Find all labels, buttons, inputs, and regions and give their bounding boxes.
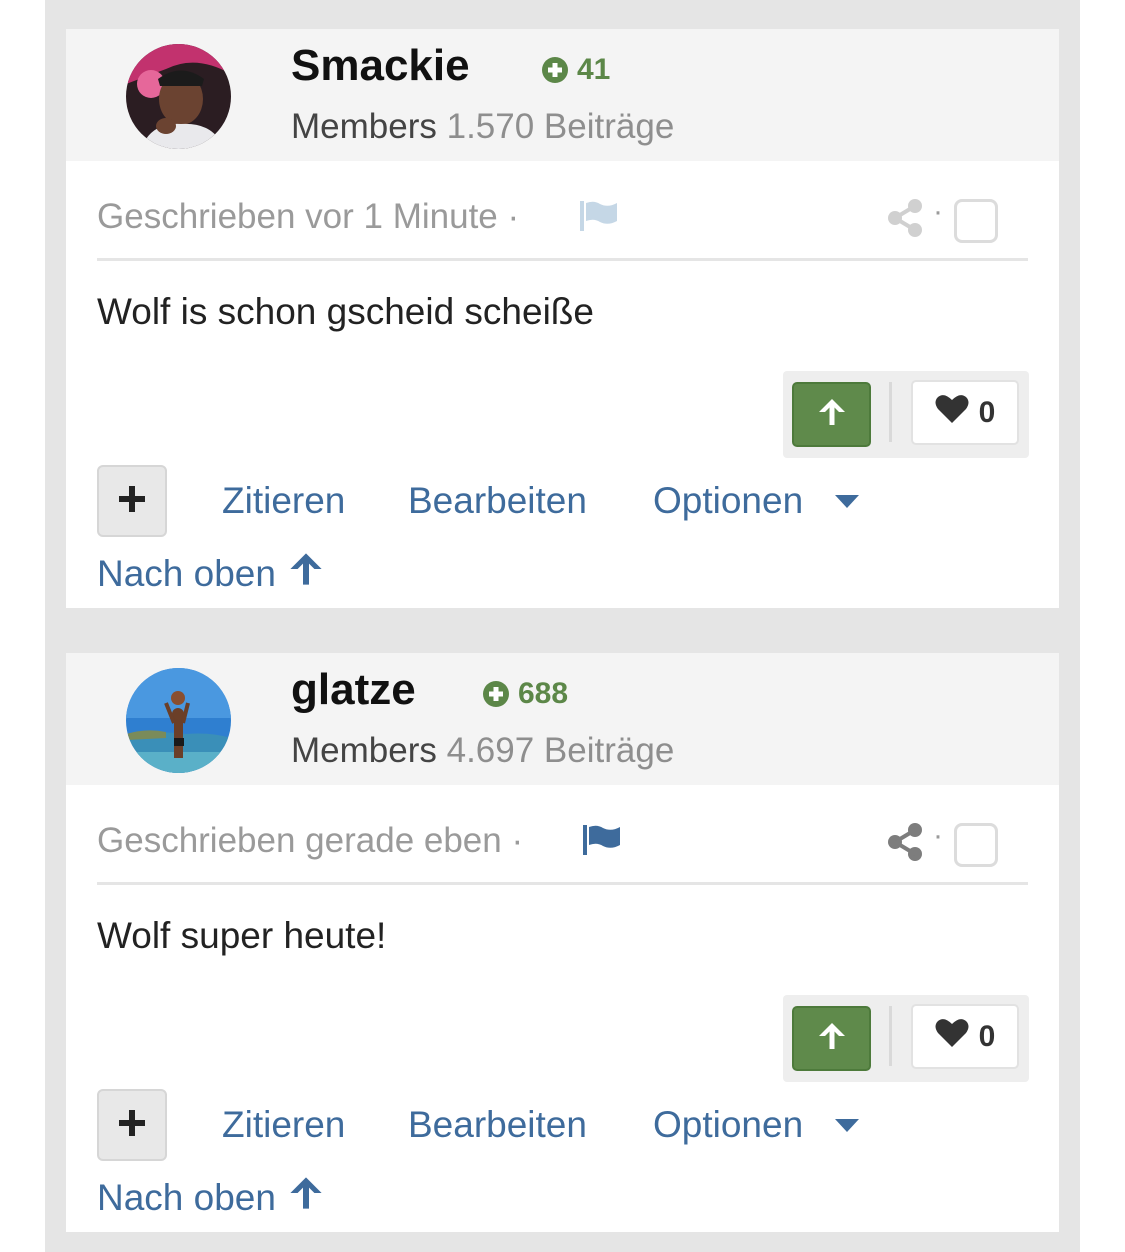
- edit-link[interactable]: Bearbeiten: [408, 480, 587, 522]
- like-count: 0: [978, 1019, 996, 1053]
- arrow-up-icon: [288, 1175, 324, 1220]
- quote-link[interactable]: Zitieren: [222, 1104, 345, 1146]
- arrow-up-icon: [817, 1021, 847, 1056]
- post-actions: Zitieren Bearbeiten Optionen: [97, 465, 997, 537]
- report-flag-icon[interactable]: [583, 825, 621, 860]
- reputation-badge: 41: [541, 53, 610, 87]
- reputation-value: 688: [518, 677, 569, 710]
- member-info: Members 1.570 Beiträge: [291, 107, 674, 147]
- reputation-badge: 688: [482, 677, 568, 711]
- caret-down-icon[interactable]: [835, 1119, 859, 1138]
- select-post-checkbox[interactable]: [954, 823, 998, 867]
- heart-icon: [935, 1018, 969, 1056]
- arrow-up-icon: [817, 397, 847, 432]
- plus-icon: [117, 1108, 147, 1143]
- post-list: Smackie 41 Members 1.570 Beiträge Geschr…: [45, 0, 1080, 1252]
- like-button[interactable]: 0: [911, 380, 1019, 445]
- share-icon[interactable]: [887, 199, 923, 242]
- reaction-divider: [889, 382, 892, 442]
- multiquote-button[interactable]: [97, 1089, 167, 1161]
- meta-separator: ·: [933, 819, 943, 852]
- post: glatze 688 Members 4.697 Beiträge Geschr…: [66, 653, 1059, 1232]
- post-count: 1.570 Beiträge: [446, 107, 675, 146]
- reaction-bar: 0: [783, 371, 1029, 458]
- avatar[interactable]: [126, 44, 231, 149]
- post-meta: Geschrieben gerade eben · ·: [97, 813, 1028, 885]
- caret-down-icon[interactable]: [835, 495, 859, 514]
- plus-icon: [117, 484, 147, 519]
- username[interactable]: Smackie: [291, 41, 470, 91]
- avatar[interactable]: [126, 668, 231, 773]
- upvote-button[interactable]: [792, 382, 871, 447]
- member-group: Members: [291, 107, 437, 146]
- plus-circle-icon: [541, 56, 569, 84]
- post-author-header: Smackie 41 Members 1.570 Beiträge: [66, 29, 1059, 161]
- post: Smackie 41 Members 1.570 Beiträge Geschr…: [66, 29, 1059, 608]
- post-timestamp: Geschrieben vor 1 Minute ·: [97, 197, 520, 236]
- meta-separator: ·: [933, 195, 943, 228]
- back-to-top-label: Nach oben: [97, 552, 276, 594]
- options-link[interactable]: Optionen: [653, 1104, 803, 1146]
- share-icon[interactable]: [887, 823, 923, 866]
- reaction-divider: [889, 1006, 892, 1066]
- plus-circle-icon: [482, 680, 510, 708]
- post-actions: Zitieren Bearbeiten Optionen: [97, 1089, 997, 1161]
- post-meta: Geschrieben vor 1 Minute · ·: [97, 189, 1028, 261]
- reaction-bar: 0: [783, 995, 1029, 1082]
- upvote-button[interactable]: [792, 1006, 871, 1071]
- back-to-top-link[interactable]: Nach oben: [97, 551, 324, 596]
- report-flag-icon[interactable]: [580, 201, 618, 236]
- username[interactable]: glatze: [291, 665, 416, 715]
- like-count: 0: [978, 395, 996, 429]
- like-button[interactable]: 0: [911, 1004, 1019, 1069]
- post-content: Wolf super heute!: [97, 915, 387, 956]
- back-to-top-link[interactable]: Nach oben: [97, 1175, 324, 1220]
- select-post-checkbox[interactable]: [954, 199, 998, 243]
- member-info: Members 4.697 Beiträge: [291, 731, 674, 771]
- post-author-header: glatze 688 Members 4.697 Beiträge: [66, 653, 1059, 785]
- post-timestamp: Geschrieben gerade eben ·: [97, 821, 524, 860]
- heart-icon: [935, 394, 969, 432]
- post-count: 4.697 Beiträge: [446, 731, 675, 770]
- options-link[interactable]: Optionen: [653, 480, 803, 522]
- quote-link[interactable]: Zitieren: [222, 480, 345, 522]
- multiquote-button[interactable]: [97, 465, 167, 537]
- arrow-up-icon: [288, 551, 324, 596]
- post-content: Wolf is schon gscheid scheiße: [97, 291, 594, 332]
- reputation-value: 41: [577, 53, 611, 86]
- member-group: Members: [291, 731, 437, 770]
- back-to-top-label: Nach oben: [97, 1176, 276, 1218]
- edit-link[interactable]: Bearbeiten: [408, 1104, 587, 1146]
